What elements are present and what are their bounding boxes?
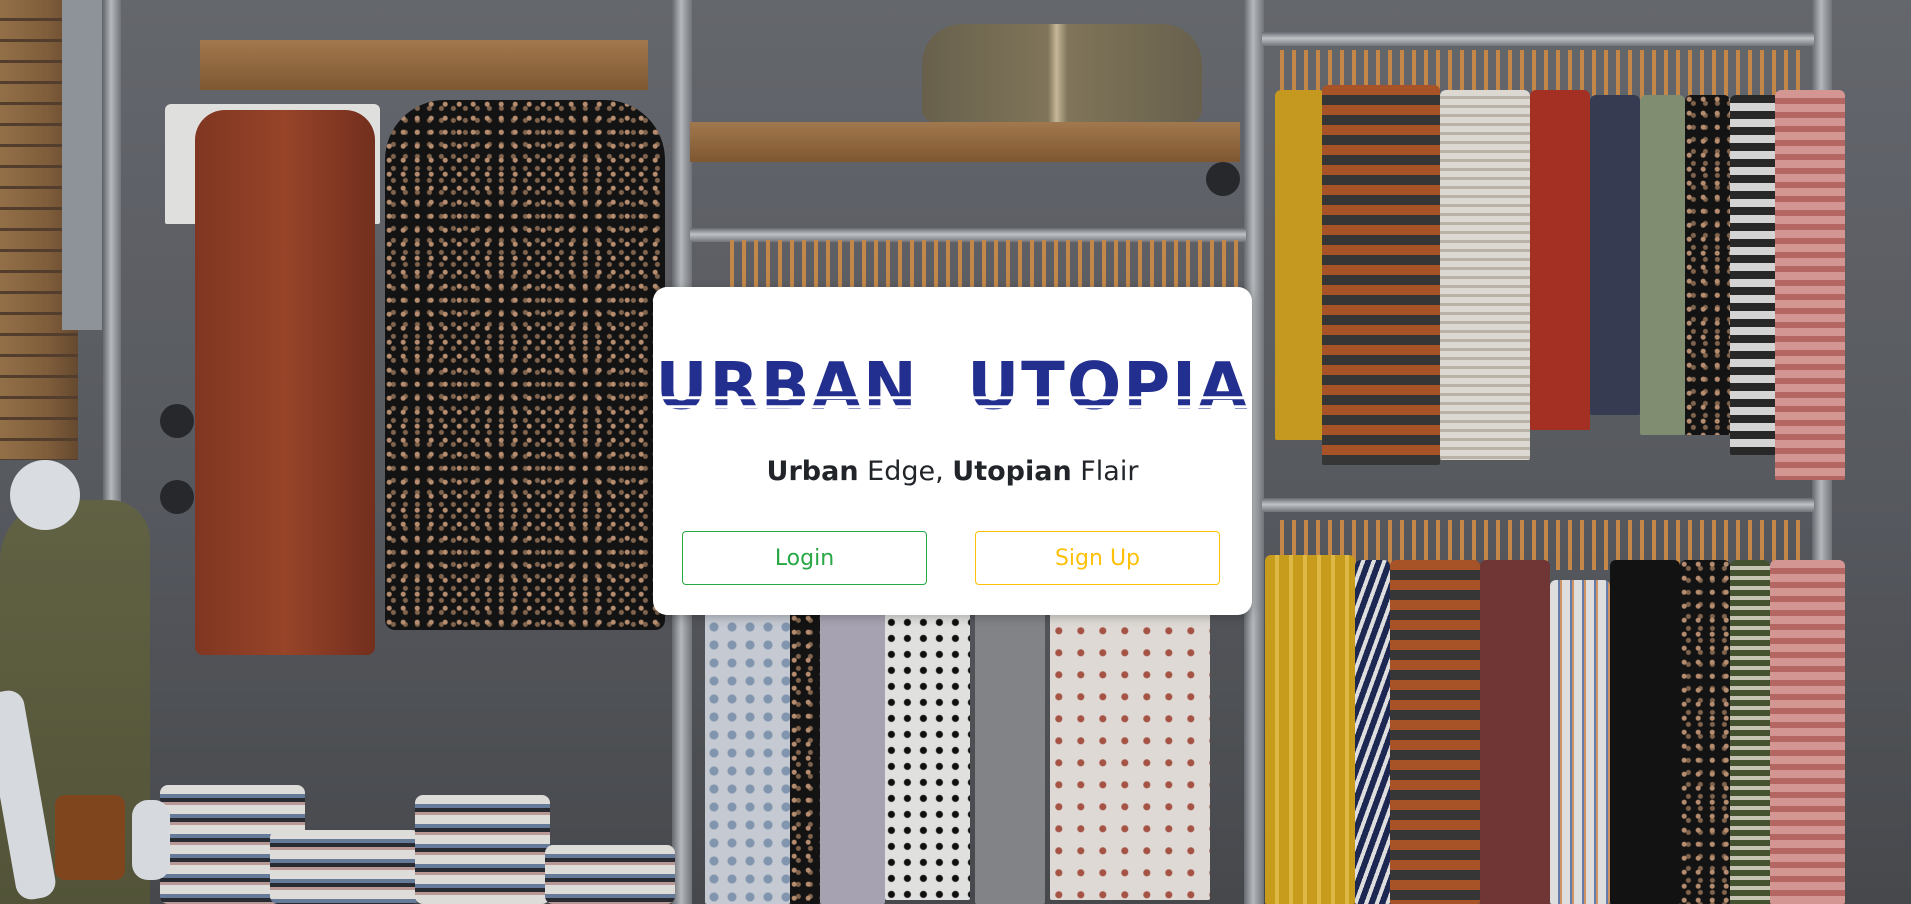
brand-logo: URBAN UTOPIA [653,344,1252,430]
tagline: Urban Edge, Utopian Flair [653,455,1252,489]
welcome-card: URBAN UTOPIA Urban Edge, Utopian Flair L… [653,287,1252,615]
tagline-text-edge: Edge, [858,456,953,487]
logo-word-urban: URBAN [655,349,919,425]
tagline-bold-utopian: Utopian [952,456,1072,487]
logo-word-utopia: UTOPIA [967,349,1250,425]
login-button[interactable]: Login [682,531,927,585]
signup-button[interactable]: Sign Up [975,531,1220,585]
tagline-text-flair: Flair [1071,456,1139,487]
tagline-bold-urban: Urban [766,456,859,487]
